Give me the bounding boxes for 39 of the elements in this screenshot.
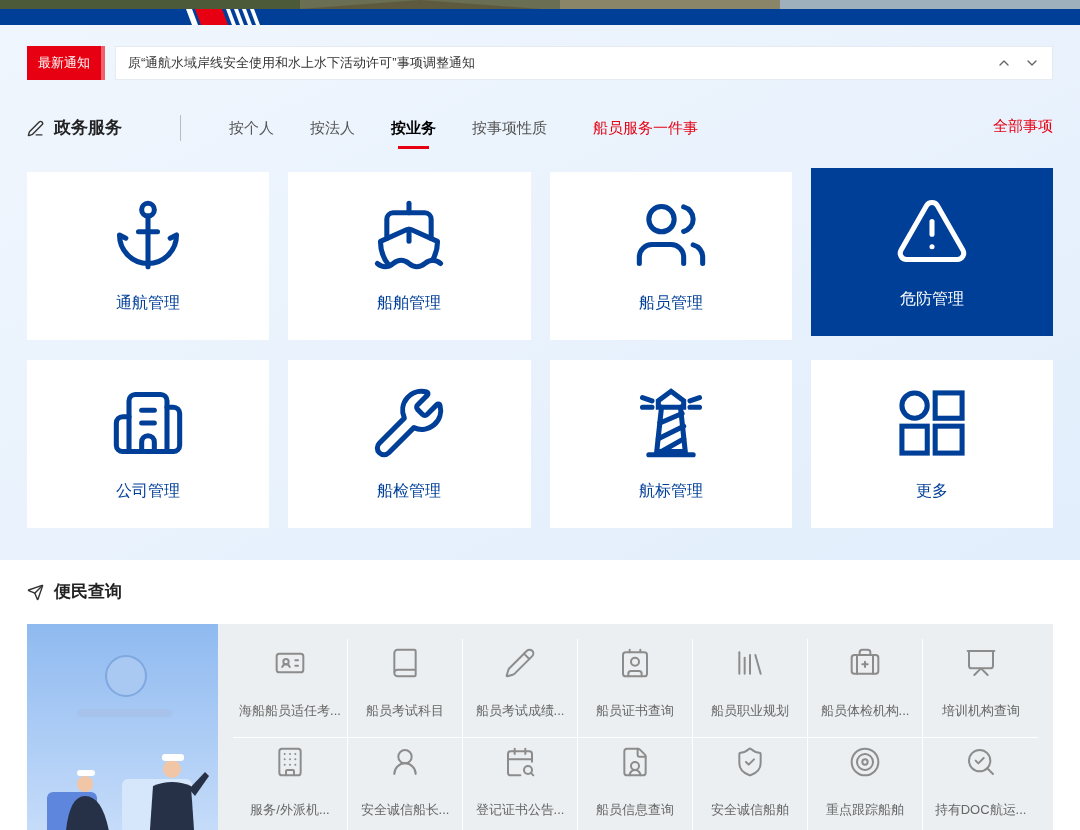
service-card[interactable]: 船检管理 [288, 360, 531, 528]
query-item[interactable]: 海船船员适任考... [233, 639, 348, 738]
target-icon [849, 746, 881, 778]
query-item[interactable]: 重点跟踪船舶 [808, 738, 923, 830]
section-title: 便民查询 [54, 581, 122, 604]
service-card[interactable]: 更多 [810, 360, 1053, 528]
notice-label: 最新通知 [27, 46, 105, 80]
query-item[interactable]: 船员信息查询 [578, 738, 693, 830]
edit-icon [27, 119, 44, 137]
send-icon [27, 583, 44, 601]
category-tab[interactable]: 按个人 [229, 106, 274, 150]
service-card[interactable]: 船舶管理 [288, 172, 531, 340]
query-item[interactable]: 船员考试成绩... [463, 639, 578, 738]
query-item[interactable]: 船员职业规划 [693, 639, 808, 738]
all-items-link[interactable]: 全部事项 [993, 114, 1053, 138]
pencil-icon [504, 647, 536, 679]
screen-icon [964, 647, 997, 679]
query-item[interactable]: 服务/外派机... [233, 738, 348, 830]
query-item[interactable]: 培训机构查询 [923, 639, 1038, 738]
service-card[interactable]: 通航管理 [27, 172, 270, 340]
query-item[interactable]: 船员证书查询 [578, 639, 693, 738]
badge-icon [619, 647, 651, 679]
query-item[interactable]: 安全诚信船舶 [693, 738, 808, 830]
query-item[interactable]: 船员体检机构... [808, 639, 923, 738]
service-card[interactable]: 公司管理 [27, 360, 270, 528]
query-item[interactable]: 持有DOC航运... [923, 738, 1038, 830]
service-link[interactable]: 船员服务一件事 [593, 116, 698, 140]
query-item[interactable]: 船员考试科目 [348, 639, 463, 738]
service-card[interactable]: 航标管理 [549, 360, 792, 528]
section-title: 政务服务 [54, 117, 123, 140]
category-tab[interactable]: 按法人 [310, 106, 355, 150]
category-tab[interactable]: 按业务 [391, 106, 436, 150]
query-item[interactable]: 安全诚信船长... [348, 738, 463, 830]
query-item[interactable]: 登记证书公告... [463, 738, 578, 830]
notice-text[interactable]: 原“通航水域岸线安全使用和水上水下活动许可”事项调整通知 [128, 53, 996, 73]
category-tab[interactable]: 按事项性质 [472, 106, 547, 150]
service-card[interactable]: 船员管理 [549, 172, 792, 340]
calendar-search-icon [504, 746, 536, 778]
service-card[interactable]: 危防管理 [810, 168, 1053, 336]
